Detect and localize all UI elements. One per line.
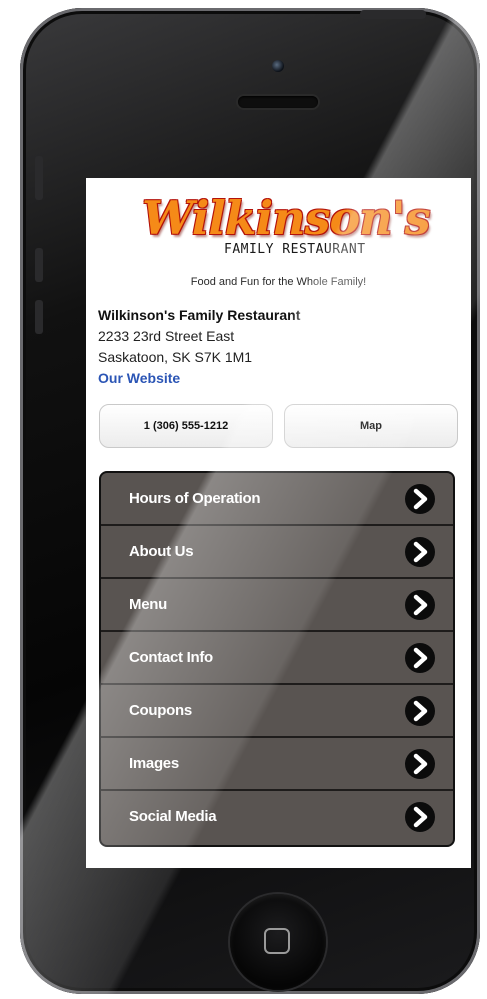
navigation-menu: Hours of Operation About Us Menu Contact… bbox=[99, 471, 455, 847]
call-button[interactable]: 1 (306) 555-1212 bbox=[99, 404, 273, 448]
logo-subtext: FAMILY RESTAURANT bbox=[224, 242, 366, 257]
power-button bbox=[360, 10, 426, 19]
menu-item-label: Images bbox=[129, 755, 179, 772]
earpiece-speaker bbox=[238, 96, 318, 108]
home-square-icon bbox=[264, 928, 290, 954]
call-button-label: 1 (306) 555-1212 bbox=[143, 420, 229, 432]
chevron-right-icon bbox=[405, 802, 435, 832]
website-link[interactable]: Our Website bbox=[98, 368, 458, 389]
menu-item-label: Social Media bbox=[129, 808, 217, 825]
address-block: Wilkinson's Family Restaurant 2233 23rd … bbox=[98, 305, 458, 389]
street-address: 2233 23rd Street East bbox=[98, 328, 235, 344]
tagline: Food and Fun for the Whole Family! bbox=[190, 276, 367, 288]
phone-frame: Wilkinson's FAMILY RESTAURANT Food and F… bbox=[20, 8, 480, 994]
chevron-right-icon bbox=[405, 537, 435, 567]
menu-item-hours[interactable]: Hours of Operation bbox=[101, 473, 453, 526]
map-button[interactable]: Map bbox=[284, 404, 458, 448]
map-button-label: Map bbox=[360, 420, 382, 432]
logo-script-text: Wilkinson's bbox=[142, 191, 431, 245]
menu-item-contact[interactable]: Contact Info bbox=[101, 632, 453, 685]
chevron-right-icon bbox=[405, 643, 435, 673]
chevron-right-icon bbox=[405, 484, 435, 514]
menu-item-social[interactable]: Social Media bbox=[101, 791, 453, 844]
home-button[interactable] bbox=[230, 894, 326, 990]
menu-item-label: Contact Info bbox=[129, 649, 213, 666]
menu-item-about[interactable]: About Us bbox=[101, 526, 453, 579]
business-name: Wilkinson's Family Restaurant bbox=[98, 307, 301, 323]
menu-item-menu[interactable]: Menu bbox=[101, 579, 453, 632]
menu-item-coupons[interactable]: Coupons bbox=[101, 685, 453, 738]
menu-item-label: Coupons bbox=[129, 702, 192, 719]
city-postal: Saskatoon, SK S7K 1M1 bbox=[98, 349, 253, 365]
volume-down-button bbox=[35, 300, 43, 334]
volume-up-button bbox=[35, 248, 43, 282]
phone-screen: Wilkinson's FAMILY RESTAURANT Food and F… bbox=[86, 178, 471, 868]
menu-item-label: Hours of Operation bbox=[129, 490, 261, 507]
restaurant-logo: Wilkinson's FAMILY RESTAURANT bbox=[142, 190, 431, 266]
mute-switch bbox=[35, 156, 43, 200]
chevron-right-icon bbox=[405, 696, 435, 726]
chevron-right-icon bbox=[405, 590, 435, 620]
chevron-right-icon bbox=[405, 749, 435, 779]
front-camera bbox=[272, 60, 284, 72]
menu-item-label: About Us bbox=[129, 543, 194, 560]
menu-item-label: Menu bbox=[129, 596, 167, 613]
menu-item-images[interactable]: Images bbox=[101, 738, 453, 791]
